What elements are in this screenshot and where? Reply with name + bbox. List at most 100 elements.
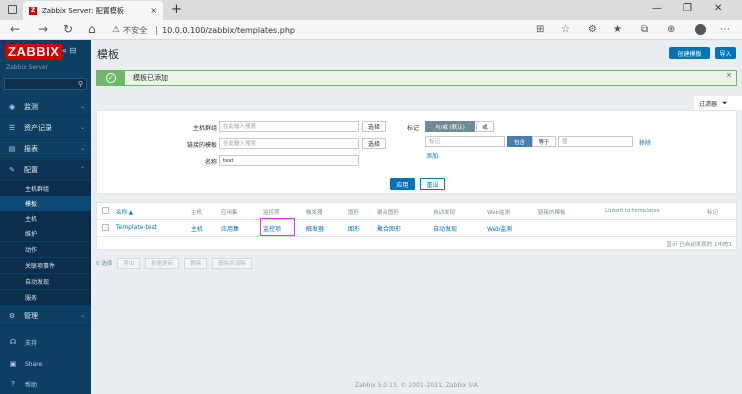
- discovery-link[interactable]: 自动发现: [433, 224, 457, 233]
- sidebar-item-reports[interactable]: ▤ 报表 ⌄: [0, 139, 91, 159]
- favorite-star-icon[interactable]: ☆: [561, 24, 570, 35]
- sidebar-subitem-templates[interactable]: 模板: [0, 196, 91, 211]
- host-groups-label: 主机群组: [192, 125, 217, 132]
- browser-tab[interactable]: Z Zabbix Server: 配置模板 ×: [23, 1, 163, 20]
- sidebar-subitem-maintenance[interactable]: 维护: [0, 226, 91, 241]
- insecure-label: 不安全: [123, 25, 148, 35]
- screens-link[interactable]: 聚合图形: [377, 224, 401, 233]
- maximize-icon[interactable]: ❐: [683, 3, 692, 14]
- sidebar-item-label: 帮助: [25, 381, 38, 389]
- sidebar-search-input[interactable]: ⚲: [4, 78, 87, 90]
- reading-mode-icon[interactable]: ⊞: [536, 24, 544, 35]
- selected-count: 0 选择: [96, 261, 113, 267]
- minimize-icon[interactable]: —: [652, 3, 662, 14]
- template-name-link[interactable]: Template-test: [116, 224, 157, 231]
- reload-icon[interactable]: ↻: [63, 22, 73, 36]
- delete-button[interactable]: 删除: [184, 257, 208, 269]
- graphs-link[interactable]: 图形: [348, 224, 360, 233]
- forward-icon[interactable]: →: [38, 22, 48, 36]
- collections-icon[interactable]: ⧉: [641, 24, 648, 35]
- sidebar-subitem-services[interactable]: 服务: [0, 290, 91, 305]
- more-icon[interactable]: ⋯: [720, 24, 730, 35]
- tab-actions-icon[interactable]: [8, 5, 17, 14]
- applications-link[interactable]: 应用集: [221, 224, 239, 233]
- back-icon[interactable]: ←: [10, 22, 20, 36]
- sidebar-item-share[interactable]: ▣ Share: [0, 354, 91, 374]
- chevron-down-icon: ⌄: [79, 124, 85, 131]
- import-button[interactable]: 导入: [715, 47, 736, 59]
- sidebar-item-inventory[interactable]: ☰ 资产记录 ⌄: [0, 118, 91, 138]
- new-tab-button[interactable]: +: [171, 2, 182, 17]
- select-all-checkbox[interactable]: [102, 207, 109, 214]
- mass-update-button[interactable]: 批量更新: [145, 257, 180, 269]
- filter-tab[interactable]: 过滤器 ⏷: [694, 96, 742, 110]
- create-template-button[interactable]: 创建模板: [669, 47, 710, 59]
- and-or-toggle[interactable]: 与/或 (默认): [425, 121, 475, 132]
- apply-button[interactable]: 应用: [390, 178, 415, 190]
- equals-toggle[interactable]: 等于: [532, 136, 556, 147]
- sidebar-item-help[interactable]: ? 帮助: [0, 374, 91, 394]
- address-field[interactable]: ⚠ 不安全 10.0.0.100/zabbix/templates.php: [112, 23, 562, 37]
- tag-value-input[interactable]: 值: [558, 136, 633, 147]
- wrench-icon: ✎: [9, 165, 15, 174]
- sidebar-item-configuration[interactable]: ✎ 配置 ⌃: [0, 160, 91, 180]
- filter-tab-label: 过滤器: [699, 100, 718, 108]
- delete-and-clear-button[interactable]: 删除并清除: [212, 257, 252, 269]
- collapse-sidebar-icon[interactable]: « ⊟: [62, 46, 76, 55]
- sidebar-item-administration[interactable]: ⚙ 管理 ⌄: [0, 306, 91, 326]
- add-tag-link[interactable]: 添加: [426, 151, 438, 160]
- contains-toggle[interactable]: 包含: [507, 136, 532, 147]
- zabbix-logo[interactable]: ZABBIX: [5, 44, 63, 60]
- avatar[interactable]: [695, 24, 706, 35]
- window-close-icon[interactable]: ✕: [714, 3, 722, 14]
- tag-input[interactable]: 标记: [425, 136, 505, 147]
- favorites-icon[interactable]: ★: [613, 24, 622, 35]
- browser-tab-bar: Z Zabbix Server: 配置模板 × + — ❐ ✕: [0, 0, 742, 20]
- column-header-name[interactable]: 名称 ▲: [116, 208, 133, 216]
- sidebar-item-label: 报表: [24, 144, 38, 153]
- mass-actions-bar: 0 选择 导出 批量更新 删除 删除并清除: [96, 256, 737, 270]
- name-label: 名称: [204, 159, 217, 166]
- divider: [156, 25, 158, 35]
- web-link[interactable]: Web监测: [487, 224, 512, 233]
- sidebar-item-monitoring[interactable]: ◉ 监测 ⌄: [0, 97, 91, 117]
- sidebar-subitem-host-groups[interactable]: 主机群组: [0, 181, 91, 196]
- extension-icon[interactable]: ⚙: [588, 24, 597, 35]
- host-groups-input[interactable]: 在此输入搜索: [219, 121, 359, 132]
- name-input[interactable]: test: [219, 155, 359, 166]
- linked-templates-select-button[interactable]: 选择: [362, 138, 386, 149]
- reset-button[interactable]: 重设: [420, 178, 445, 190]
- close-tab-icon[interactable]: ×: [150, 6, 157, 15]
- sidebar-subitem-discovery[interactable]: 自动发现: [0, 274, 91, 289]
- row-checkbox[interactable]: [102, 224, 109, 231]
- pin-icon[interactable]: ⊕: [667, 24, 675, 35]
- sidebar-item-label: Share: [25, 360, 43, 368]
- column-header-discovery: 自动发现: [433, 210, 456, 216]
- column-header-applications: 应用集: [221, 210, 238, 216]
- home-icon[interactable]: ⌂: [88, 22, 96, 36]
- page-title: 模板: [97, 48, 119, 61]
- search-icon[interactable]: ⚲: [78, 80, 83, 88]
- row-divider: [97, 236, 736, 237]
- sidebar-subitem-hosts[interactable]: 主机: [0, 211, 91, 226]
- or-toggle[interactable]: 或: [476, 121, 494, 132]
- sidebar-subitem-event-correlation[interactable]: 关联项事件: [0, 258, 91, 273]
- export-button[interactable]: 导出: [117, 257, 141, 269]
- column-header-triggers: 触发器: [306, 210, 323, 216]
- remove-tag-link[interactable]: 移除: [639, 138, 651, 147]
- sidebar-subitem-actions[interactable]: 动作: [0, 242, 91, 257]
- hosts-link[interactable]: 主机: [191, 224, 203, 233]
- chevron-down-icon: ⌄: [79, 103, 85, 110]
- triggers-link[interactable]: 触发器: [306, 224, 324, 233]
- browser-address-bar: ← → ↻ ⌂ ⚠ 不安全 10.0.0.100/zabbix/template…: [0, 20, 742, 40]
- help-icon: ?: [11, 380, 15, 388]
- sidebar-item-label: 支持: [25, 339, 38, 347]
- url-text: 10.0.0.100/zabbix/templates.php: [162, 25, 295, 35]
- footer: Zabbix 5.0.13. © 2001–2021, Zabbix SIA: [355, 382, 478, 389]
- linked-templates-label: 链接的模板: [186, 142, 217, 149]
- close-icon[interactable]: ×: [726, 71, 732, 79]
- sidebar-item-support[interactable]: ☊ 支持: [0, 332, 91, 352]
- share-icon: ▣: [9, 360, 17, 368]
- linked-templates-input[interactable]: 在此输入搜索: [219, 138, 359, 149]
- sidebar-item-label: 管理: [24, 311, 38, 320]
